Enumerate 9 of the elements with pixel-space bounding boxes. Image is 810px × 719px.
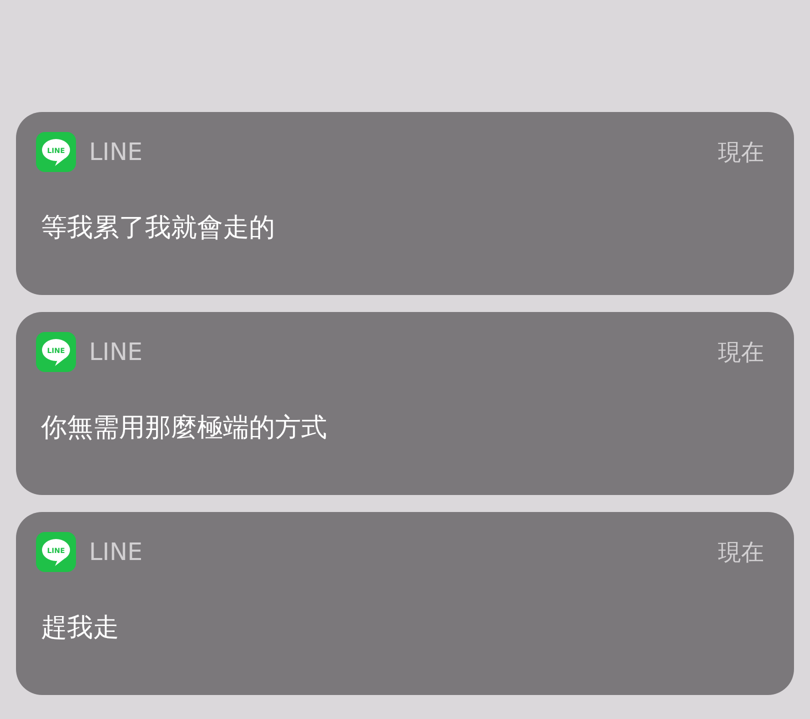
notification-message: 趕我走 [41, 612, 120, 645]
notification-message: 等我累了我就會走的 [41, 212, 276, 245]
notification-time: 現在 [718, 338, 764, 368]
app-name: LINE [89, 138, 144, 166]
app-name: LINE [89, 338, 144, 366]
notification-time: 現在 [718, 138, 764, 168]
notification-time: 現在 [718, 538, 764, 568]
app-name: LINE [89, 538, 144, 566]
notification-message: 你無需用那麼極端的方式 [41, 412, 328, 445]
